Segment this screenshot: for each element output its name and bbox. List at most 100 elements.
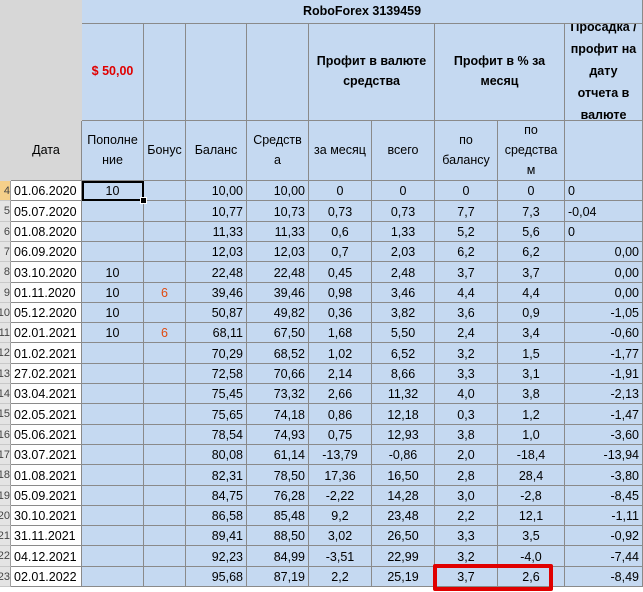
row-header[interactable]: 20 xyxy=(0,506,11,526)
cell-equity[interactable]: 85,48 xyxy=(247,506,309,526)
cell-dd[interactable]: -1,77 xyxy=(565,343,643,364)
cell-pe[interactable]: 1,0 xyxy=(498,425,565,445)
cell-pb[interactable]: 2,2 xyxy=(435,506,498,526)
cell-pt[interactable]: 3,82 xyxy=(372,303,435,323)
cell-equity[interactable]: 12,03 xyxy=(247,242,309,262)
cell-pm[interactable]: 9,2 xyxy=(309,506,372,526)
cell-bonus[interactable] xyxy=(144,486,186,506)
cell-balance[interactable]: 72,58 xyxy=(186,364,247,384)
cell-pm[interactable]: 0,98 xyxy=(309,283,372,303)
header-balance[interactable]: Баланс xyxy=(186,121,247,181)
cell-deposit[interactable]: 10 xyxy=(82,323,144,343)
cell-pb[interactable]: 0,3 xyxy=(435,404,498,425)
cell-dd[interactable]: -8,49 xyxy=(565,567,643,587)
cell-deposit[interactable] xyxy=(82,201,144,222)
cell-pb[interactable]: 3,0 xyxy=(435,486,498,506)
cell-pm[interactable]: 0,86 xyxy=(309,404,372,425)
cell-pe[interactable]: 5,6 xyxy=(498,222,565,242)
row-header[interactable]: 18 xyxy=(0,465,11,486)
cell-pb[interactable]: 2,4 xyxy=(435,323,498,343)
row-header[interactable]: 9 xyxy=(0,283,11,303)
cell-pb[interactable]: 4,0 xyxy=(435,384,498,404)
cell-dd[interactable]: 0 xyxy=(565,222,643,242)
cell-pt[interactable]: 25,19 xyxy=(372,567,435,587)
cell-date[interactable]: 05.07.2020 xyxy=(11,201,82,222)
cell-pe[interactable]: 0,9 xyxy=(498,303,565,323)
cell-deposit[interactable] xyxy=(82,384,144,404)
cell-balance[interactable]: 39,46 xyxy=(186,283,247,303)
row-header[interactable]: 10 xyxy=(0,303,11,323)
header-profit-percent[interactable]: Профит в % за месяц xyxy=(435,24,565,121)
header-equity-top[interactable] xyxy=(247,24,309,121)
cell-pm[interactable]: 2,66 xyxy=(309,384,372,404)
cell-date[interactable]: 03.10.2020 xyxy=(11,262,82,283)
cell-dd[interactable]: -8,45 xyxy=(565,486,643,506)
header-equity[interactable]: Средств а xyxy=(247,121,309,181)
cell-pm[interactable]: 1,02 xyxy=(309,343,372,364)
cell-pe[interactable]: 12,1 xyxy=(498,506,565,526)
cell-pt[interactable]: -0,86 xyxy=(372,445,435,465)
cell-equity[interactable]: 67,50 xyxy=(247,323,309,343)
cell-bonus[interactable] xyxy=(144,343,186,364)
cell-deposit[interactable] xyxy=(82,222,144,242)
cell-bonus[interactable] xyxy=(144,262,186,283)
cell-bonus[interactable] xyxy=(144,546,186,567)
cell-dd[interactable]: -13,94 xyxy=(565,445,643,465)
cell-bonus[interactable] xyxy=(144,445,186,465)
cell-bonus[interactable] xyxy=(144,364,186,384)
cell-pe[interactable]: 1,5 xyxy=(498,343,565,364)
cell-balance[interactable]: 11,33 xyxy=(186,222,247,242)
cell-pt[interactable]: 2,48 xyxy=(372,262,435,283)
cell-dd[interactable]: 0,00 xyxy=(565,283,643,303)
header-profit-currency[interactable]: Профит в валюте средства xyxy=(309,24,435,121)
cell-pe[interactable]: 7,3 xyxy=(498,201,565,222)
cell-balance[interactable]: 75,65 xyxy=(186,404,247,425)
cell-date[interactable]: 30.10.2021 xyxy=(11,506,82,526)
cell-balance[interactable]: 75,45 xyxy=(186,384,247,404)
cell-date[interactable]: 31.11.2021 xyxy=(11,526,82,546)
cell-bonus[interactable] xyxy=(144,506,186,526)
cell-dd[interactable]: -3,80 xyxy=(565,465,643,486)
cell-pb[interactable]: 3,8 xyxy=(435,425,498,445)
cell-bonus[interactable]: 6 xyxy=(144,283,186,303)
cell-deposit[interactable] xyxy=(82,486,144,506)
cell-dd[interactable]: -1,47 xyxy=(565,404,643,425)
cell-pe[interactable]: 1,2 xyxy=(498,404,565,425)
cell-pm[interactable]: 0,75 xyxy=(309,425,372,445)
header-bonus-top[interactable] xyxy=(144,24,186,121)
cell-pb[interactable]: 3,2 xyxy=(435,343,498,364)
cell-deposit[interactable]: 10 xyxy=(82,262,144,283)
cell-date[interactable]: 01.11.2020 xyxy=(11,283,82,303)
cell-deposit[interactable]: 10 xyxy=(82,283,144,303)
cell-deposit[interactable] xyxy=(82,546,144,567)
cell-pm[interactable]: 2,14 xyxy=(309,364,372,384)
cell-equity[interactable]: 49,82 xyxy=(247,303,309,323)
row-header[interactable]: 19 xyxy=(0,486,11,506)
cell-deposit[interactable] xyxy=(82,465,144,486)
cell-balance[interactable]: 10,77 xyxy=(186,201,247,222)
cell-balance[interactable]: 78,54 xyxy=(186,425,247,445)
cell-balance[interactable]: 12,03 xyxy=(186,242,247,262)
cell-bonus[interactable] xyxy=(144,526,186,546)
cell-dd[interactable]: -7,44 xyxy=(565,546,643,567)
header-bonus[interactable]: Бонус xyxy=(144,121,186,181)
deposit-amount[interactable]: $ 50,00 xyxy=(82,24,144,121)
cell-deposit[interactable] xyxy=(82,445,144,465)
cell-balance[interactable]: 80,08 xyxy=(186,445,247,465)
header-profit-month[interactable]: за месяц xyxy=(309,121,372,181)
cell-equity[interactable]: 74,18 xyxy=(247,404,309,425)
cell-deposit[interactable] xyxy=(82,425,144,445)
cell-balance[interactable]: 50,87 xyxy=(186,303,247,323)
cell-pt[interactable]: 8,66 xyxy=(372,364,435,384)
row-header[interactable]: 12 xyxy=(0,343,11,364)
cell-equity[interactable]: 22,48 xyxy=(247,262,309,283)
cell-pe[interactable]: 3,7 xyxy=(498,262,565,283)
cell-date[interactable]: 01.06.2020 xyxy=(11,181,82,201)
cell-deposit[interactable] xyxy=(82,526,144,546)
cell-equity[interactable]: 84,99 xyxy=(247,546,309,567)
cell-balance[interactable]: 10,00 xyxy=(186,181,247,201)
cell-date[interactable]: 02.01.2022 xyxy=(11,567,82,587)
cell-pm[interactable]: -3,51 xyxy=(309,546,372,567)
cell-pb[interactable]: 7,7 xyxy=(435,201,498,222)
cell-bonus[interactable] xyxy=(144,181,186,201)
